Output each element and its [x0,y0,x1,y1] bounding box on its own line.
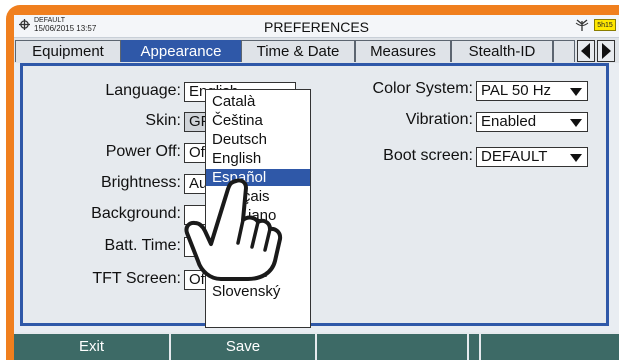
batt-time-label: Batt. Time: [104,237,181,254]
screen: DEFAULT 15/06/2015 13:57 PREFERENCES 5h1… [14,15,619,360]
tab-measures[interactable]: Measures [355,40,451,62]
tft-screen-label: TFT Screen: [92,270,181,287]
tab-appearance[interactable]: Appearance [121,40,241,62]
language-label: Language: [105,82,181,99]
brightness-label: Brightness: [100,174,181,191]
battery-icon: 5h15 [594,19,616,31]
tab-scroll-right-button[interactable] [597,40,615,62]
function-key-5[interactable] [481,334,619,360]
language-option-catala[interactable]: Català [206,93,310,110]
page-title: PREFERENCES [263,19,370,35]
background-label: Background: [91,205,181,222]
boot-screen-label: Boot screen: [383,147,473,164]
dropdown-caret-icon [570,119,582,127]
power-off-label: Power Off: [105,143,181,160]
color-system-select[interactable]: PAL 50 Hz [476,81,588,101]
vibration-select[interactable]: Enabled [476,112,588,132]
language-option-cestina[interactable]: Čeština [206,112,310,129]
function-key-4[interactable] [469,334,479,360]
vibration-value: Enabled [481,113,537,130]
power-off-value: Of [189,144,205,161]
tab-bar: Equipment Appearance Time & Date Measure… [14,38,619,63]
color-system-value: PAL 50 Hz [481,82,552,99]
function-key-3[interactable] [317,334,467,360]
preferences-panel: Language: Skin: Power Off: Brightness: B… [20,63,609,326]
antenna-icon [575,19,589,31]
boot-screen-value: DEFAULT [481,148,548,165]
arrow-left-icon [581,43,590,59]
tab-equipment[interactable]: Equipment [15,40,121,62]
skin-label: Skin: [145,112,181,129]
save-button[interactable]: Save [171,334,315,360]
status-bar: DEFAULT 15/06/2015 13:57 PREFERENCES 5h1… [14,15,619,38]
boot-screen-select[interactable]: DEFAULT [476,147,588,167]
exit-button[interactable]: Exit [14,334,169,360]
language-option-english[interactable]: English [206,150,310,167]
color-system-label: Color System: [372,80,473,97]
dropdown-caret-icon [570,154,582,162]
device: DEFAULT 15/06/2015 13:57 PREFERENCES 5h1… [0,0,619,360]
tab-stealth-id[interactable]: Stealth-ID [451,40,553,62]
arrow-right-icon [602,43,611,59]
function-key-bar: Exit Save [14,332,619,360]
tab-scroll-left-button[interactable] [577,40,595,62]
dropdown-caret-icon [570,88,582,96]
vibration-label: Vibration: [405,111,473,128]
tab-time-date[interactable]: Time & Date [241,40,355,62]
language-option-slovensky[interactable]: Slovenský [206,283,310,300]
tab-hidden[interactable] [553,40,575,62]
pointing-hand-icon [184,178,283,281]
language-option-deutsch[interactable]: Deutsch [206,131,310,148]
